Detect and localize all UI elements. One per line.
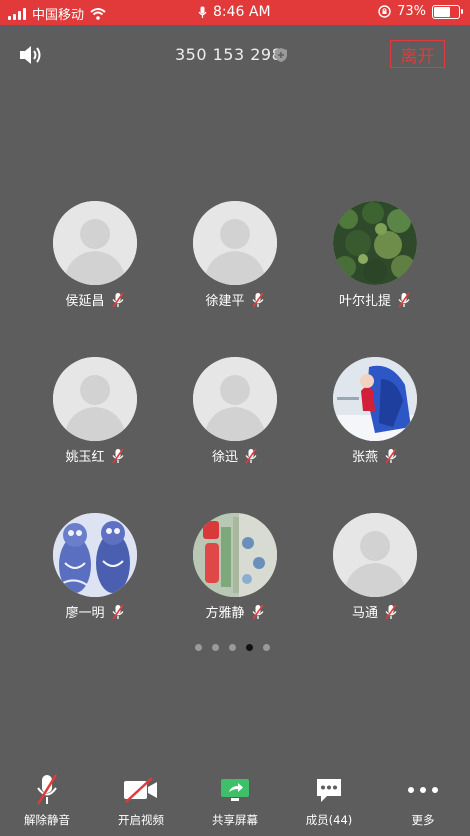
avatar <box>53 357 137 441</box>
mic-muted-icon <box>111 292 124 307</box>
more-icon <box>408 787 438 793</box>
rotation-lock-icon <box>378 5 391 18</box>
participant-name-row: 方雅静 <box>165 602 305 621</box>
participant-tile[interactable]: 方雅静 <box>165 513 305 643</box>
clock-text: 8:46 AM <box>213 4 271 20</box>
participant-name-row: 张燕 <box>305 446 445 465</box>
bottom-toolbar: 解除静音 开启视频 共享屏幕 成员(44) 更多 <box>0 770 470 836</box>
unmute-button[interactable]: 解除静音 <box>0 770 94 828</box>
battery-icon <box>432 4 463 19</box>
participant-name-row: 侯延昌 <box>25 290 165 309</box>
video-label: 开启视频 <box>118 813 164 827</box>
signal-icon <box>8 7 26 20</box>
participant-name-row: 廖一明 <box>25 602 165 621</box>
participant-name-row: 叶尔扎提 <box>305 290 445 309</box>
avatar <box>333 201 417 285</box>
page-dot[interactable] <box>246 644 253 651</box>
members-button[interactable]: 成员(44) <box>282 770 376 828</box>
video-button[interactable]: 开启视频 <box>94 770 188 828</box>
mic-muted-icon <box>245 448 257 463</box>
mic-muted-icon <box>398 292 410 307</box>
participant-name: 侯延昌 <box>65 294 105 309</box>
avatar <box>333 513 417 597</box>
speaker-icon[interactable] <box>18 44 44 66</box>
members-label: 成员(44) <box>305 813 353 827</box>
mic-muted-icon <box>385 448 397 463</box>
participant-name-row: 姚玉红 <box>25 446 165 465</box>
participant-name-row: 徐建平 <box>165 290 305 309</box>
participant-tile[interactable]: 侯延昌 <box>25 201 165 331</box>
participant-name: 徐迅 <box>211 450 238 465</box>
status-bar: 中国移动 8:46 AM 73% <box>0 0 470 25</box>
participant-name: 廖一明 <box>65 606 105 621</box>
status-bar-left: 中国移动 <box>8 4 106 23</box>
video-off-icon <box>124 777 157 803</box>
participant-name: 姚玉红 <box>65 450 105 465</box>
participant-name: 张燕 <box>351 450 378 465</box>
shield-icon[interactable] <box>274 47 288 63</box>
page-dot[interactable] <box>263 644 270 651</box>
share-screen-button[interactable]: 共享屏幕 <box>188 770 282 828</box>
mic-muted-icon <box>111 604 124 619</box>
participant-tile[interactable]: 张燕 <box>305 357 445 487</box>
participant-name-row: 马通 <box>305 602 445 621</box>
mic-muted-icon <box>251 292 264 307</box>
mic-muted-icon <box>251 604 264 619</box>
participant-name: 叶尔扎提 <box>338 294 391 309</box>
page-dot[interactable] <box>195 644 202 651</box>
avatar <box>53 513 137 597</box>
participant-name-row: 徐迅 <box>165 446 305 465</box>
avatar <box>193 201 277 285</box>
share-screen-icon <box>221 779 249 801</box>
meeting-id[interactable]: 350 153 298 <box>175 45 282 64</box>
participant-tile[interactable]: 廖一明 <box>25 513 165 643</box>
avatar <box>193 513 277 597</box>
leave-button[interactable]: 离开 <box>390 40 445 68</box>
avatar <box>193 357 277 441</box>
avatar <box>333 357 417 441</box>
participant-name: 方雅静 <box>205 606 245 621</box>
more-button[interactable]: 更多 <box>376 770 470 828</box>
mic-muted-icon <box>385 604 397 619</box>
mic-muted-icon <box>36 774 58 805</box>
avatar <box>53 201 137 285</box>
page-dot[interactable] <box>229 644 236 651</box>
chat-bubble-icon <box>317 779 341 802</box>
page-indicator[interactable] <box>195 644 270 651</box>
unmute-label: 解除静音 <box>24 813 70 827</box>
participant-tile[interactable]: 姚玉红 <box>25 357 165 487</box>
participant-name: 马通 <box>351 606 378 621</box>
participant-tile[interactable]: 徐迅 <box>165 357 305 487</box>
status-bar-right: 73% <box>378 4 463 19</box>
page-dot[interactable] <box>212 644 219 651</box>
wifi-icon <box>90 7 106 20</box>
battery-text: 73% <box>397 4 426 19</box>
more-label: 更多 <box>411 813 435 827</box>
microphone-icon <box>198 6 207 18</box>
status-bar-center: 8:46 AM <box>198 4 271 20</box>
battery-fill <box>434 6 451 17</box>
mic-muted-icon <box>111 448 124 463</box>
carrier-text: 中国移动 <box>32 8 85 23</box>
participant-tile[interactable]: 徐建平 <box>165 201 305 331</box>
share-screen-label: 共享屏幕 <box>212 813 258 827</box>
participant-tile[interactable]: 叶尔扎提 <box>305 201 445 331</box>
participant-tile[interactable]: 马通 <box>305 513 445 643</box>
participant-name: 徐建平 <box>205 294 245 309</box>
